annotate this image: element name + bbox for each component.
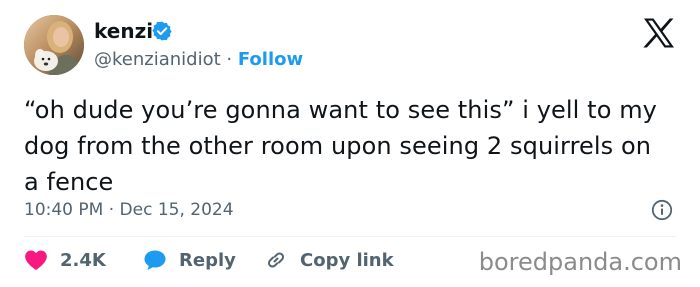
link-icon <box>267 252 285 268</box>
tweet-text: “oh dude you’re gonna want to see this” … <box>24 96 657 196</box>
follow-button[interactable]: Follow <box>238 49 303 70</box>
display-name[interactable]: kenzi <box>94 17 153 45</box>
separator-dot: · <box>226 49 233 70</box>
avatar-image <box>24 15 84 75</box>
watermark: boredpanda.com <box>478 248 682 276</box>
user-handle[interactable]: @kenzianidiot <box>94 49 221 70</box>
reply-button[interactable]: Reply <box>143 245 236 275</box>
reply-label: Reply <box>179 249 236 271</box>
tweet-timestamp[interactable]: 10:40 PM · Dec 15, 2024 <box>24 197 234 223</box>
like-button[interactable]: 2.4K <box>24 245 106 275</box>
copy-link-label: Copy link <box>300 249 394 271</box>
heart-icon <box>25 250 47 270</box>
info-icon[interactable] <box>651 199 673 221</box>
verified-badge-icon <box>152 21 172 41</box>
speech-bubble-icon <box>144 250 166 270</box>
avatar[interactable] <box>24 15 84 75</box>
copy-link-button[interactable]: Copy link <box>264 245 394 275</box>
handle-row: @kenzianidiot · Follow <box>94 47 303 73</box>
x-logo-icon[interactable] <box>642 17 676 49</box>
like-count: 2.4K <box>60 249 106 271</box>
divider <box>24 236 676 237</box>
